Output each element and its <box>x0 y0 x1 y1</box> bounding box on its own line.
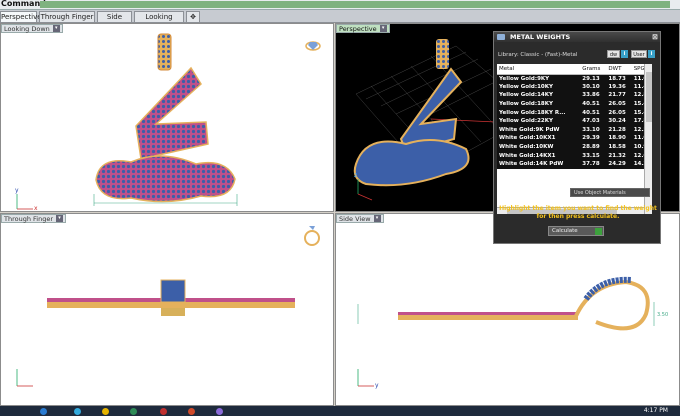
table-cell: 19.36 <box>606 82 632 92</box>
table-cell: 29.13 <box>580 74 607 83</box>
table-cell: Yellow Gold:9KY <box>497 74 581 83</box>
folder-icon[interactable] <box>102 408 109 415</box>
viewport-label[interactable]: Side View ▾ <box>336 214 384 223</box>
pendant-top-view: y x <box>15 33 321 212</box>
table-cell: 18.73 <box>606 74 632 83</box>
svg-text:z: z <box>354 172 357 179</box>
svg-text:x: x <box>34 205 38 212</box>
pendant-front-view <box>16 226 320 387</box>
table-cell: 47.03 <box>580 116 607 126</box>
view-tabs: Perspective Through Finger Side View Loo… <box>0 10 680 31</box>
svg-text:y: y <box>15 187 19 194</box>
table-cell: 40.51 <box>580 99 607 109</box>
table-cell: White Gold:14K PdW <box>497 159 581 169</box>
table-row[interactable]: Yellow Gold:18KY R... 40.51 26.05 15.48 <box>497 108 652 117</box>
axis-indicator-icon: y x <box>15 187 38 212</box>
tab-through-finger[interactable]: Through Finger <box>39 11 95 22</box>
command-input[interactable] <box>40 1 670 8</box>
tab-side-view[interactable]: Side View <box>97 11 132 31</box>
table-cell: 21.32 <box>606 151 632 160</box>
table-cell: 37.78 <box>580 159 607 169</box>
table-row[interactable]: Yellow Gold:10KY 30.10 19.36 11.47 <box>497 82 652 92</box>
taskbar: 4:17 PM <box>0 406 680 416</box>
clock: 4:17 PM <box>643 407 668 414</box>
calculate-button[interactable]: Calculate <box>548 226 604 236</box>
instruction-text: Highlight the item you want to find the … <box>499 205 657 220</box>
browser-icon[interactable] <box>40 408 47 415</box>
table-cell: 33.15 <box>580 151 607 160</box>
user-info-icon[interactable]: i <box>648 50 655 58</box>
table-row[interactable]: White Gold:9K PdW 33.10 21.28 12.59 <box>497 125 652 135</box>
table-cell: 24.29 <box>606 159 632 169</box>
table-row[interactable]: White Gold:14KX1 33.15 21.32 12.67 <box>497 151 652 160</box>
table-row[interactable]: Yellow Gold:9KY 29.13 18.73 11.05 <box>497 74 652 83</box>
table-cell: 30.24 <box>606 116 632 126</box>
viewport-label[interactable]: Looking Down ▾ <box>1 24 63 33</box>
user-button[interactable]: User <box>631 50 647 58</box>
library-label: Library: Classic - (Fast)-Metal <box>498 52 578 58</box>
command-bar: Command: <box>0 0 680 10</box>
table-row[interactable]: Yellow Gold:14KY 33.86 21.77 12.88 <box>497 91 652 100</box>
units-info-icon[interactable]: i <box>621 50 628 58</box>
ring-icon <box>304 226 320 246</box>
svg-text:y: y <box>375 382 379 389</box>
table-cell: White Gold:9K PdW <box>497 125 581 135</box>
use-object-materials-button[interactable]: Use Object Materials <box>570 188 650 197</box>
table-cell: White Gold:10KX1 <box>497 134 581 143</box>
table-cell: 30.10 <box>580 82 607 92</box>
metal-weights-panel: METAL WEIGHTS ⊠ Library: Classic - (Fast… <box>493 31 661 244</box>
table-cell: White Gold:14KX1 <box>497 151 581 160</box>
viewport-label[interactable]: Perspective ▾ <box>336 24 390 33</box>
table-cell: 28.89 <box>580 142 607 152</box>
app-icon-3[interactable] <box>188 408 195 415</box>
table-cell: White Gold:10KW <box>497 142 581 152</box>
table-row[interactable]: White Gold:10KW 28.89 18.58 10.95 <box>497 142 652 152</box>
col-metal[interactable]: Metal <box>497 64 581 75</box>
app-icon-4[interactable] <box>216 408 223 415</box>
table-cell: Yellow Gold:22KY <box>497 116 581 126</box>
side-height-label: 3.50 <box>657 312 668 318</box>
table-row[interactable]: Yellow Gold:18KY 40.51 26.05 15.48 <box>497 99 652 109</box>
table-row[interactable]: Yellow Gold:22KY 47.03 30.24 17.86 <box>497 116 652 126</box>
col-dwt[interactable]: DWT <box>606 64 632 75</box>
table-cell: Yellow Gold:14KY <box>497 91 581 100</box>
chrome-icon[interactable] <box>130 408 137 415</box>
axis-indicator-icon: y <box>357 369 379 389</box>
table-cell: 29.39 <box>580 134 607 143</box>
table-cell: Yellow Gold:18KY <box>497 99 581 109</box>
axis-indicator-icon <box>16 369 33 387</box>
table-cell: 21.77 <box>606 91 632 100</box>
viewport-through-finger[interactable]: Through Finger ▾ <box>0 213 334 406</box>
table-row[interactable]: White Gold:14K PdW 37.78 24.29 14.37 <box>497 159 652 169</box>
tab-perspective[interactable]: Perspective <box>0 11 42 22</box>
units-button[interactable]: dw <box>607 50 620 58</box>
diamond-icon <box>305 41 321 51</box>
metal-weights-title: METAL WEIGHTS ⊠ <box>494 32 660 42</box>
tab-looking-down[interactable]: Looking Down <box>134 11 184 31</box>
app-window: Command: Perspective Through Finger Side… <box>0 0 680 416</box>
table-cell: 26.05 <box>606 99 632 109</box>
table-cell: Yellow Gold:18KY R... <box>497 108 581 117</box>
close-icon[interactable]: ⊠ <box>652 33 658 41</box>
viewport-label[interactable]: Through Finger ▾ <box>1 214 67 223</box>
app-icon-2[interactable] <box>160 408 167 415</box>
viewport-looking-down[interactable]: Looking Down ▾ y x <box>0 23 334 212</box>
table-row[interactable]: White Gold:10KX1 29.39 18.90 11.00 <box>497 134 652 143</box>
col-grams[interactable]: Grams <box>580 64 607 75</box>
app-logo-icon <box>497 34 505 40</box>
table-cell: 26.05 <box>606 108 632 117</box>
table-cell: 18.58 <box>606 142 632 152</box>
table-cell: 21.28 <box>606 125 632 135</box>
table-cell: 18.90 <box>606 134 632 143</box>
table-cell: 40.51 <box>580 108 607 117</box>
table-cell: 33.86 <box>580 91 607 100</box>
table-cell: Yellow Gold:10KY <box>497 82 581 92</box>
go-icon <box>595 228 602 235</box>
app-icon[interactable] <box>74 408 81 415</box>
table-cell: 33.10 <box>580 125 607 135</box>
tab-add-icon[interactable]: ✥ <box>186 11 200 22</box>
